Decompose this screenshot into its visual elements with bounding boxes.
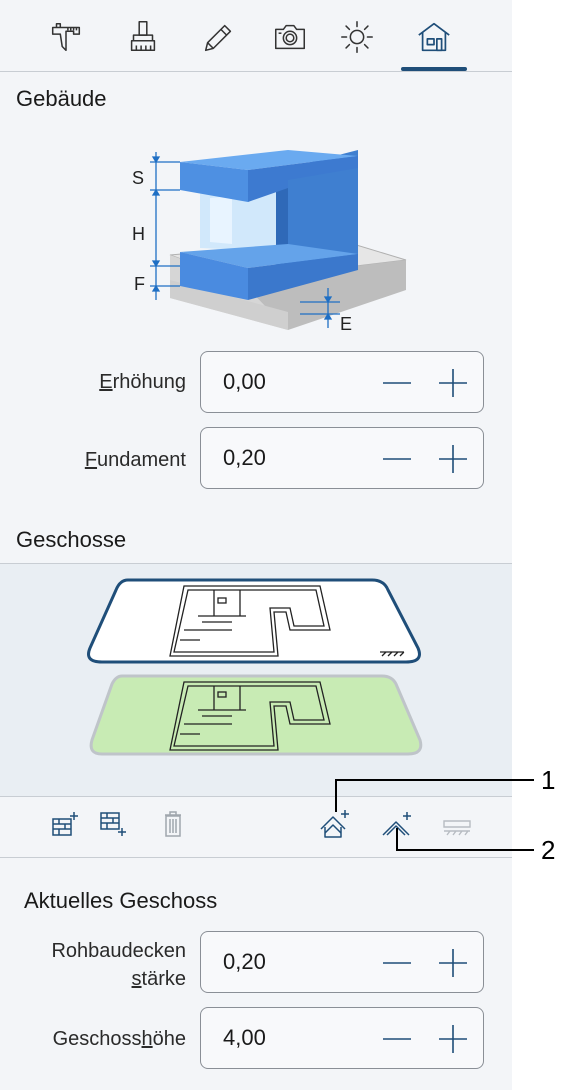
- callout-1: 1: [541, 765, 556, 795]
- callout-lines: [335, 779, 534, 851]
- callout-2: 2: [541, 835, 556, 865]
